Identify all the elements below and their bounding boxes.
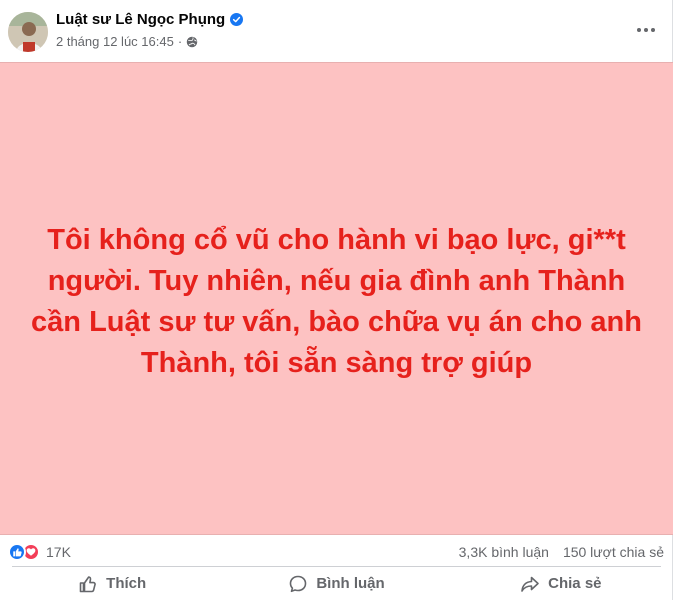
like-label: Thích xyxy=(106,575,147,592)
comment-bubble-icon xyxy=(290,575,307,592)
facebook-post: Luật sư Lê Ngọc Phụng 2 tháng 12 lúc 16:… xyxy=(0,0,673,600)
post-timestamp[interactable]: 2 tháng 12 lúc 16:45 xyxy=(56,34,174,49)
ellipsis-icon xyxy=(637,28,655,32)
share-count[interactable]: 150 lượt chia sẻ xyxy=(563,544,664,560)
reaction-count[interactable]: 17K xyxy=(46,544,71,560)
share-label: Chia sẻ xyxy=(548,575,602,592)
comment-button[interactable]: Bình luận xyxy=(224,567,448,600)
thumbs-up-icon xyxy=(79,575,97,592)
engagement-counts: 3,3K bình luận 150 lượt chia sẻ xyxy=(459,544,664,560)
author-name[interactable]: Luật sư Lê Ngọc Phụng xyxy=(56,11,244,28)
comment-count[interactable]: 3,3K bình luận xyxy=(459,544,549,560)
action-bar: Thích Bình luận Chia sẻ xyxy=(0,567,673,600)
author-name-text[interactable]: Luật sư Lê Ngọc Phụng xyxy=(56,11,225,28)
more-options-button[interactable] xyxy=(628,16,664,44)
meta-separator: · xyxy=(177,34,183,49)
post-header: Luật sư Lê Ngọc Phụng 2 tháng 12 lúc 16:… xyxy=(0,0,673,62)
verified-badge-icon xyxy=(230,13,244,26)
share-button[interactable]: Chia sẻ xyxy=(449,567,673,600)
share-arrow-icon xyxy=(521,576,539,592)
avatar[interactable] xyxy=(8,12,48,52)
post-stats: 17K 3,3K bình luận 150 lượt chia sẻ xyxy=(0,537,673,567)
post-content: Tôi không cổ vũ cho hành vi bạo lực, gi*… xyxy=(0,62,673,535)
comment-label: Bình luận xyxy=(316,575,385,592)
globe-icon[interactable] xyxy=(186,36,198,48)
like-button[interactable]: Thích xyxy=(0,567,224,600)
post-meta: 2 tháng 12 lúc 16:45 · xyxy=(56,34,198,49)
like-reaction-icon xyxy=(8,543,26,561)
post-text: Tôi không cổ vũ cho hành vi bạo lực, gi*… xyxy=(31,223,642,379)
reaction-summary[interactable]: 17K xyxy=(8,543,71,561)
